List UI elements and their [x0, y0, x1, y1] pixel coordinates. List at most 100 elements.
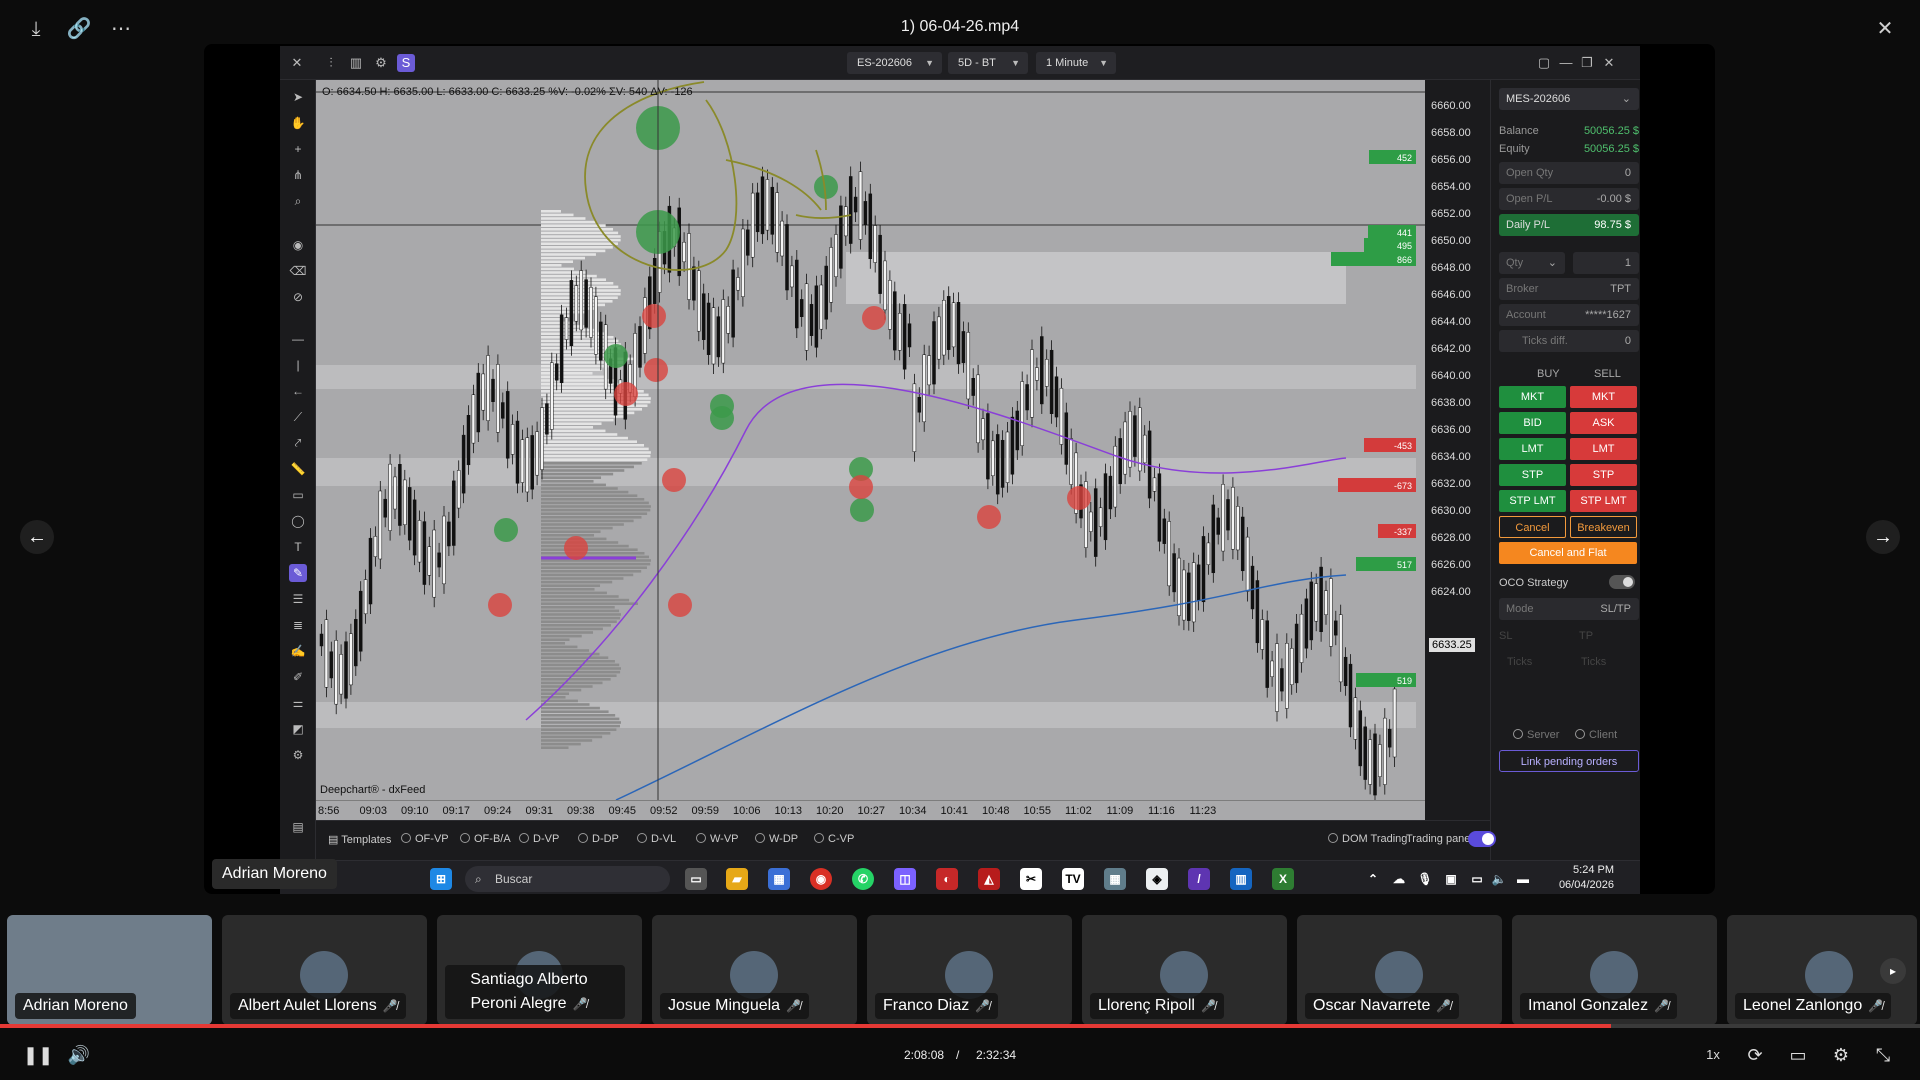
lock-icon[interactable]: ⊘ [289, 288, 307, 306]
pause-icon[interactable]: ❚❚ [23, 1042, 53, 1068]
settings-icon[interactable]: ⚙ [1828, 1042, 1854, 1068]
participant-tile[interactable]: Santiago Alberto Peroni Alegre 🎤̸ [437, 915, 642, 1025]
ellipse-icon[interactable]: ◯ [289, 512, 307, 530]
brush-icon[interactable]: ✍ [289, 642, 307, 660]
participant-tile[interactable]: Llorenç Ripoll 🎤̸ [1082, 915, 1287, 1025]
crosshair-icon[interactable]: + [289, 140, 307, 158]
chart-option-radio[interactable]: W-DP [755, 833, 798, 845]
next-arrow-icon[interactable]: → [1866, 520, 1900, 554]
client-radio[interactable]: Client [1575, 729, 1635, 741]
sell-ask-button[interactable]: ASK [1570, 412, 1637, 434]
cancel-and-flat-button[interactable]: Cancel and Flat [1499, 542, 1637, 564]
excel-icon[interactable]: X [1272, 868, 1294, 890]
participant-tile[interactable]: Albert Aulet Llorens 🎤̸ [222, 915, 427, 1025]
chart-option-radio[interactable]: OF-VP [401, 833, 449, 845]
mode-select[interactable]: Mode SL/TP [1499, 598, 1639, 620]
horizontal-line-icon[interactable]: — [289, 330, 307, 348]
oco-toggle[interactable] [1609, 575, 1635, 589]
volume-icon[interactable]: 🔈 [1488, 868, 1510, 890]
participant-tile[interactable]: Adrian Moreno [7, 915, 212, 1025]
sell-mkt-button[interactable]: MKT [1570, 386, 1637, 408]
link-pending-orders-button[interactable]: Link pending orders [1499, 750, 1639, 772]
buy-lmt-button[interactable]: LMT [1499, 438, 1566, 460]
ruler-icon[interactable]: 📏 [289, 460, 307, 478]
indicators-icon[interactable]: ⫶ [322, 54, 340, 72]
task-view-icon[interactable]: ▭ [685, 868, 707, 890]
sell-lmt-button[interactable]: LMT [1570, 438, 1637, 460]
windows-start-icon[interactable]: ⊞ [430, 868, 452, 890]
interval-select[interactable]: 1 Minute ▼ [1036, 52, 1116, 74]
qty-stepper[interactable]: 1 [1573, 252, 1639, 274]
microphone-icon[interactable]: 🎙 [1414, 868, 1436, 890]
path-icon[interactable]: ⤤ [289, 434, 307, 452]
participant-tile[interactable]: Imanol Gonzalez 🎤̸ [1512, 915, 1717, 1025]
chart-option-radio[interactable]: C-VP [814, 833, 854, 845]
highlighter-icon[interactable]: ✐ [289, 668, 307, 686]
tray-chevron-icon[interactable]: ⌃ [1362, 868, 1384, 890]
bars-icon[interactable]: ▥ [347, 54, 365, 72]
cloud-icon[interactable]: ☁ [1388, 868, 1410, 890]
chrome-icon[interactable]: ◉ [810, 868, 832, 890]
playback-progress-bar[interactable] [0, 1024, 1920, 1028]
file-explorer-icon[interactable]: ▰ [726, 868, 748, 890]
chart-option-radio[interactable]: W-VP [696, 833, 739, 845]
rectangle-icon[interactable]: ▭ [289, 486, 307, 504]
app-icon-5[interactable]: ▥ [1230, 868, 1252, 890]
loop-icon[interactable]: ⟳ [1742, 1042, 1768, 1068]
magnet-icon[interactable]: ⋔ [289, 166, 307, 184]
text-icon[interactable]: T [289, 538, 307, 556]
chart-option-radio[interactable]: D-DP [578, 833, 619, 845]
panel-icon[interactable]: ▤ [289, 818, 307, 836]
buy-mkt-button[interactable]: MKT [1499, 386, 1566, 408]
app-icon-1[interactable]: ◫ [894, 868, 916, 890]
maximize-icon[interactable]: ❐ [1578, 54, 1596, 72]
ticks-diff-field[interactable]: Ticks diff. 0 [1499, 330, 1639, 352]
tray-icon-1[interactable]: ▣ [1440, 868, 1462, 890]
instrument-select[interactable]: MES-202606 ⌄ [1499, 88, 1639, 110]
timeframe-select[interactable]: 5D - BT ▼ [948, 52, 1028, 74]
shapes-icon[interactable]: ◩ [289, 720, 307, 738]
cancel-button[interactable]: Cancel [1499, 516, 1566, 538]
volume-icon[interactable]: 🔊 [66, 1042, 92, 1068]
price-chart[interactable]: O: 6634.50 H: 6635.00 L: 6633.00 C: 6633… [316, 80, 1445, 820]
calculator-icon[interactable]: ▦ [1104, 868, 1126, 890]
app-icon-4[interactable]: ◈ [1146, 868, 1168, 890]
whatsapp-icon[interactable]: ✆ [852, 868, 874, 890]
buy-stp-button[interactable]: STP [1499, 464, 1566, 486]
network-icon[interactable]: ▭ [1466, 868, 1488, 890]
buy-stp-lmt-button[interactable]: STP LMT [1499, 490, 1566, 512]
sell-stp-button[interactable]: STP [1570, 464, 1637, 486]
dom-trading-radio[interactable]: DOM Trading [1328, 833, 1407, 845]
window-close-icon[interactable]: ✕ [1600, 54, 1618, 72]
app-icon-3[interactable]: ◭ [978, 868, 1000, 890]
close-chart-icon[interactable]: ✕ [288, 54, 306, 72]
cursor-icon[interactable]: ➤ [289, 88, 307, 106]
close-icon[interactable]: ✕ [1872, 16, 1898, 42]
logo-icon[interactable]: S [397, 54, 415, 72]
next-participants-icon[interactable]: ▸ [1880, 958, 1906, 984]
sell-stp-lmt-button[interactable]: STP LMT [1570, 490, 1637, 512]
breakeven-button[interactable]: Breakeven [1570, 516, 1637, 538]
buy-bid-button[interactable]: BID [1499, 412, 1566, 434]
eraser-icon[interactable]: ⌫ [289, 262, 307, 280]
app-icon-2[interactable]: ◐ [936, 868, 958, 890]
chart-option-radio[interactable]: OF-B/A [460, 833, 511, 845]
deepchart-icon[interactable]: / [1188, 868, 1210, 890]
trendline-icon[interactable]: ⟋ [289, 408, 307, 426]
symbol-select[interactable]: ES-202606 ▼ [847, 52, 942, 74]
hand-icon[interactable]: ✋ [289, 114, 307, 132]
zoom-icon[interactable]: ⌕ [289, 192, 307, 210]
chart-option-radio[interactable]: D-VL [637, 833, 676, 845]
battery-icon[interactable]: ▬ [1512, 868, 1534, 890]
fib-icon[interactable]: ⚌ [289, 694, 307, 712]
participant-tile[interactable]: Oscar Navarrete 🎤̸ [1297, 915, 1502, 1025]
captions-icon[interactable]: ▭ [1785, 1042, 1811, 1068]
objects-icon[interactable]: ⚙ [289, 746, 307, 764]
restore-icon[interactable]: ▢ [1535, 54, 1553, 72]
pencil-icon[interactable]: ✎ [289, 564, 307, 582]
trading-panel-toggle[interactable] [1468, 831, 1496, 847]
server-radio[interactable]: Server [1513, 729, 1573, 741]
taskbar-clock[interactable]: 5:24 PM 06/04/2026 [1559, 863, 1614, 893]
vertical-line-icon[interactable]: | [289, 356, 307, 374]
taskbar-search[interactable]: ⌕ Buscar [465, 866, 670, 892]
